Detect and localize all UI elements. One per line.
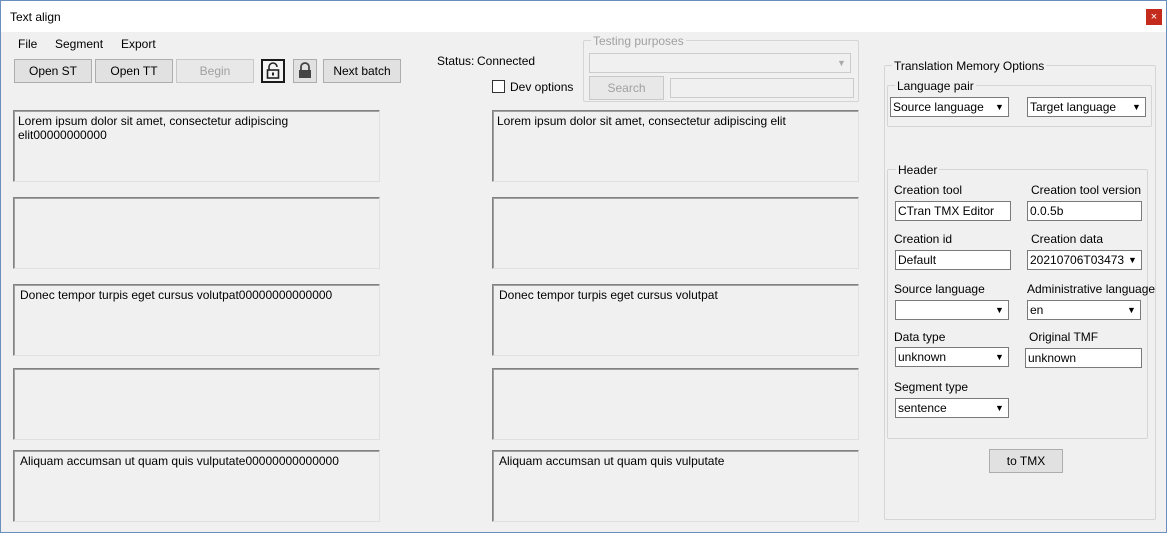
chevron-down-icon: ▼ (991, 399, 1008, 417)
menu-export[interactable]: Export (121, 37, 156, 51)
creation-data-select[interactable]: 20210706T034738Z ▼ (1027, 250, 1142, 270)
chevron-down-icon: ▼ (833, 54, 850, 72)
source-segment-4[interactable] (13, 368, 380, 440)
lock-button[interactable] (293, 59, 317, 83)
next-batch-button[interactable]: Next batch (323, 59, 401, 83)
chevron-down-icon: ▼ (991, 301, 1008, 319)
unlock-button[interactable] (261, 59, 285, 83)
source-segment-1[interactable]: Lorem ipsum dolor sit amet, consectetur … (13, 110, 380, 182)
source-segment-3[interactable]: Donec tempor turpis eget cursus volutpat… (13, 284, 380, 356)
to-tmx-button[interactable]: to TMX (989, 449, 1063, 473)
admin-language-label: Administrative language (1027, 282, 1156, 296)
window-title: Text align (10, 10, 61, 24)
header-title: Header (896, 163, 940, 177)
chevron-down-icon: ▼ (991, 348, 1008, 366)
status-label: Status: (437, 54, 475, 68)
segment-type-label: Segment type (894, 380, 969, 394)
source-segment-2[interactable] (13, 197, 380, 269)
target-language-select[interactable]: Target language ▼ (1027, 97, 1146, 117)
language-pair-title: Language pair (895, 79, 976, 93)
search-button[interactable]: Search (589, 76, 664, 100)
data-type-label: Data type (894, 330, 946, 344)
app-window: Text align × File Segment Export Open ST… (0, 0, 1167, 533)
creation-tool-version-input[interactable]: 0.0.5b (1027, 201, 1142, 221)
dev-options-label: Dev options (510, 80, 574, 94)
creation-id-input[interactable]: Default (895, 250, 1011, 270)
testing-select[interactable]: ▼ (589, 53, 851, 73)
header-source-language-select[interactable]: ▼ (895, 300, 1009, 320)
title-bar: Text align × (1, 1, 1166, 32)
creation-data-label: Creation data (1031, 232, 1104, 246)
begin-button[interactable]: Begin (176, 59, 254, 83)
tm-options-title: Translation Memory Options (892, 59, 1047, 73)
menu-file[interactable]: File (18, 37, 37, 51)
testing-purposes-title: Testing purposes (591, 34, 686, 48)
chevron-down-icon: ▼ (1128, 98, 1145, 116)
menu-segment[interactable]: Segment (55, 37, 103, 51)
status-value: Connected (477, 54, 536, 68)
admin-language-select[interactable]: en ▼ (1027, 300, 1141, 320)
creation-tool-label: Creation tool (894, 183, 963, 197)
target-segment-5[interactable]: Aliquam accumsan ut quam quis vulputate (492, 450, 859, 522)
source-language-label: Source language (894, 282, 985, 296)
original-tmf-label: Original TMF (1029, 330, 1099, 344)
close-icon: × (1150, 11, 1158, 23)
original-tmf-input[interactable]: unknown (1025, 348, 1142, 368)
lock-open-icon (266, 62, 280, 79)
open-tt-button[interactable]: Open TT (95, 59, 173, 83)
data-type-select[interactable]: unknown ▼ (895, 347, 1009, 367)
creation-tool-version-label: Creation tool version (1031, 183, 1142, 197)
chevron-down-icon: ▼ (1124, 251, 1141, 269)
chevron-down-icon: ▼ (1123, 301, 1140, 319)
target-segment-3[interactable]: Donec tempor turpis eget cursus volutpat (492, 284, 859, 356)
dev-options-checkbox[interactable] (492, 80, 505, 93)
target-segment-2[interactable] (492, 197, 859, 269)
chevron-down-icon: ▼ (991, 98, 1008, 116)
lock-closed-icon (299, 62, 311, 78)
open-st-button[interactable]: Open ST (14, 59, 92, 83)
segment-type-select[interactable]: sentence ▼ (895, 398, 1009, 418)
creation-tool-input[interactable]: CTran TMX Editor (895, 201, 1011, 221)
search-input[interactable] (670, 78, 854, 98)
close-button[interactable]: × (1146, 9, 1162, 25)
target-segment-1[interactable]: Lorem ipsum dolor sit amet, consectetur … (492, 110, 859, 182)
source-language-select[interactable]: Source language ▼ (890, 97, 1009, 117)
source-segment-5[interactable]: Aliquam accumsan ut quam quis vulputate0… (13, 450, 380, 522)
creation-id-label: Creation id (894, 232, 953, 246)
target-segment-4[interactable] (492, 368, 859, 440)
